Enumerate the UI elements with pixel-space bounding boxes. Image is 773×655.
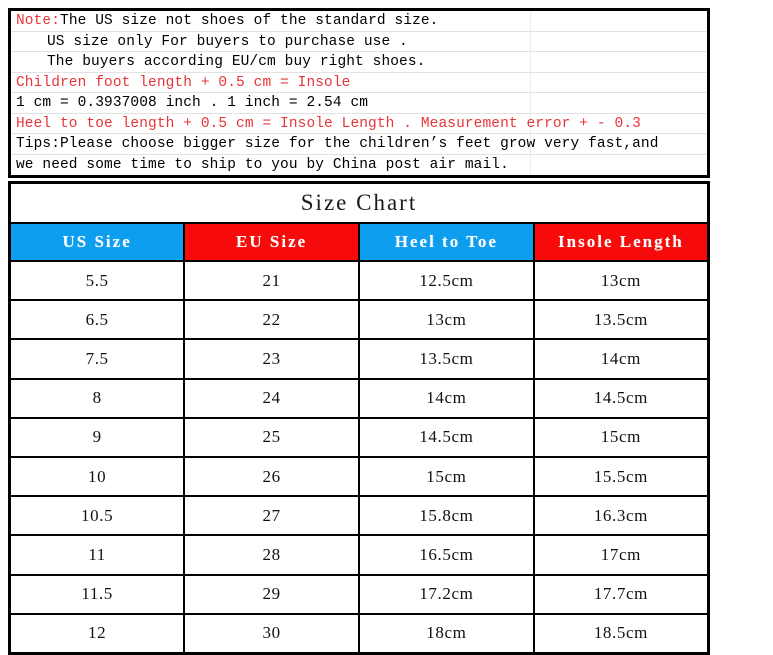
table-cell: 14cm	[358, 377, 535, 419]
note-box: Note:The US size not shoes of the standa…	[8, 8, 710, 178]
table-cell: 27	[183, 495, 360, 537]
table-cell: 8	[8, 377, 186, 419]
note-line: The buyers according EU/cm buy right sho…	[11, 52, 707, 73]
size-chart-page: Note:The US size not shoes of the standa…	[0, 0, 773, 655]
table-cell: 18cm	[358, 612, 535, 655]
note-line: we need some time to ship to you by Chin…	[11, 155, 707, 176]
size-chart-table: Size Chart US Size EU Size Heel to Toe Inso…	[8, 181, 710, 655]
note-lines: Note:The US size not shoes of the standa…	[11, 11, 707, 175]
table-cell: 17.2cm	[358, 573, 535, 615]
table-cell: 21	[183, 259, 360, 302]
note-text-segment: 1 cm = 0.3937008 inch . 1 inch = 2.54 cm	[16, 95, 369, 111]
note-line: Note:The US size not shoes of the standa…	[11, 11, 707, 32]
table-cell: 13cm	[532, 259, 710, 302]
table-cell: 15cm	[358, 455, 535, 498]
table-cell: 17cm	[532, 534, 710, 576]
note-text-segment: US size only For buyers to purchase use …	[47, 33, 408, 50]
note-text-segment: Heel to toe length + 0.5 cm = Insole Len…	[16, 115, 641, 132]
note-text-segment: Tips:Please choose bigger size for the c…	[16, 136, 659, 152]
table-cell: 30	[183, 612, 360, 655]
table-cell: 10.5	[8, 495, 186, 537]
table-body: 5.5 21 12.5cm 13cm 6.5 22 13cm 13.5cm 7.5 23 13.5c…	[8, 259, 710, 655]
table-cell: 23	[183, 338, 360, 380]
table-cell: 15.5cm	[532, 455, 710, 498]
table-cell: 11	[8, 534, 186, 576]
table-cell: 6.5	[8, 299, 186, 341]
table-header-row: US Size EU Size Heel to Toe Insole Length	[8, 222, 710, 262]
table-title: Size Chart	[8, 181, 710, 224]
note-line: 1 cm = 0.3937008 inch . 1 inch = 2.54 cm	[11, 93, 707, 114]
note-text-segment: Note:	[16, 13, 61, 29]
note-line: US size only For buyers to purchase use …	[11, 32, 707, 52]
table-row: 9 25 14.5cm 15cm	[8, 416, 710, 458]
table-cell: 24	[183, 377, 360, 419]
note-text-segment: The US size not shoes of the standard si…	[60, 13, 439, 29]
table-cell: 14.5cm	[532, 377, 710, 419]
column-header: Insole Length	[532, 222, 710, 262]
note-line: Tips:Please choose bigger size for the c…	[11, 134, 707, 155]
table-cell: 13cm	[358, 299, 535, 341]
column-header: Heel to Toe	[358, 222, 535, 262]
table-cell: 22	[183, 299, 360, 341]
table-cell: 15.8cm	[358, 495, 535, 537]
table-cell: 13.5cm	[358, 338, 535, 380]
note-line: Heel to toe length + 0.5 cm = Insole Len…	[11, 114, 707, 134]
table-cell: 16.3cm	[532, 495, 710, 537]
table-cell: 25	[183, 416, 360, 458]
table-row: 7.5 23 13.5cm 14cm	[8, 338, 710, 380]
table-cell: 12	[8, 612, 186, 655]
note-text-segment: Children foot length + 0.5 cm = Insole	[16, 74, 351, 91]
table-cell: 12.5cm	[358, 259, 535, 302]
table-cell: 10	[8, 455, 186, 498]
table-row: 5.5 21 12.5cm 13cm	[8, 259, 710, 302]
table-cell: 5.5	[8, 259, 186, 302]
note-line: Children foot length + 0.5 cm = Insole	[11, 73, 707, 93]
note-text-segment: we need some time to ship to you by Chin…	[16, 156, 509, 173]
table-cell: 17.7cm	[532, 573, 710, 615]
table-cell: 14.5cm	[358, 416, 535, 458]
table-row: 10.5 27 15.8cm 16.3cm	[8, 495, 710, 537]
table-cell: 26	[183, 455, 360, 498]
column-header: EU Size	[183, 222, 360, 262]
table-cell: 28	[183, 534, 360, 576]
note-text-segment: The buyers according EU/cm buy right sho…	[47, 54, 426, 70]
table-cell: 29	[183, 573, 360, 615]
table-row: 12 30 18cm 18.5cm	[8, 612, 710, 655]
table-cell: 11.5	[8, 573, 186, 615]
table-cell: 9	[8, 416, 186, 458]
table-cell: 18.5cm	[532, 612, 710, 655]
table-cell: 7.5	[8, 338, 186, 380]
table-row: 8 24 14cm 14.5cm	[8, 377, 710, 419]
table-row: 10 26 15cm 15.5cm	[8, 455, 710, 498]
table-row: 11 28 16.5cm 17cm	[8, 534, 710, 576]
table-row: 6.5 22 13cm 13.5cm	[8, 299, 710, 341]
table-cell: 13.5cm	[532, 299, 710, 341]
table-cell: 15cm	[532, 416, 710, 458]
column-header: US Size	[8, 222, 186, 262]
table-title-row: Size Chart	[8, 181, 710, 224]
table-cell: 16.5cm	[358, 534, 535, 576]
table-cell: 14cm	[532, 338, 710, 380]
table-row: 11.5 29 17.2cm 17.7cm	[8, 573, 710, 615]
